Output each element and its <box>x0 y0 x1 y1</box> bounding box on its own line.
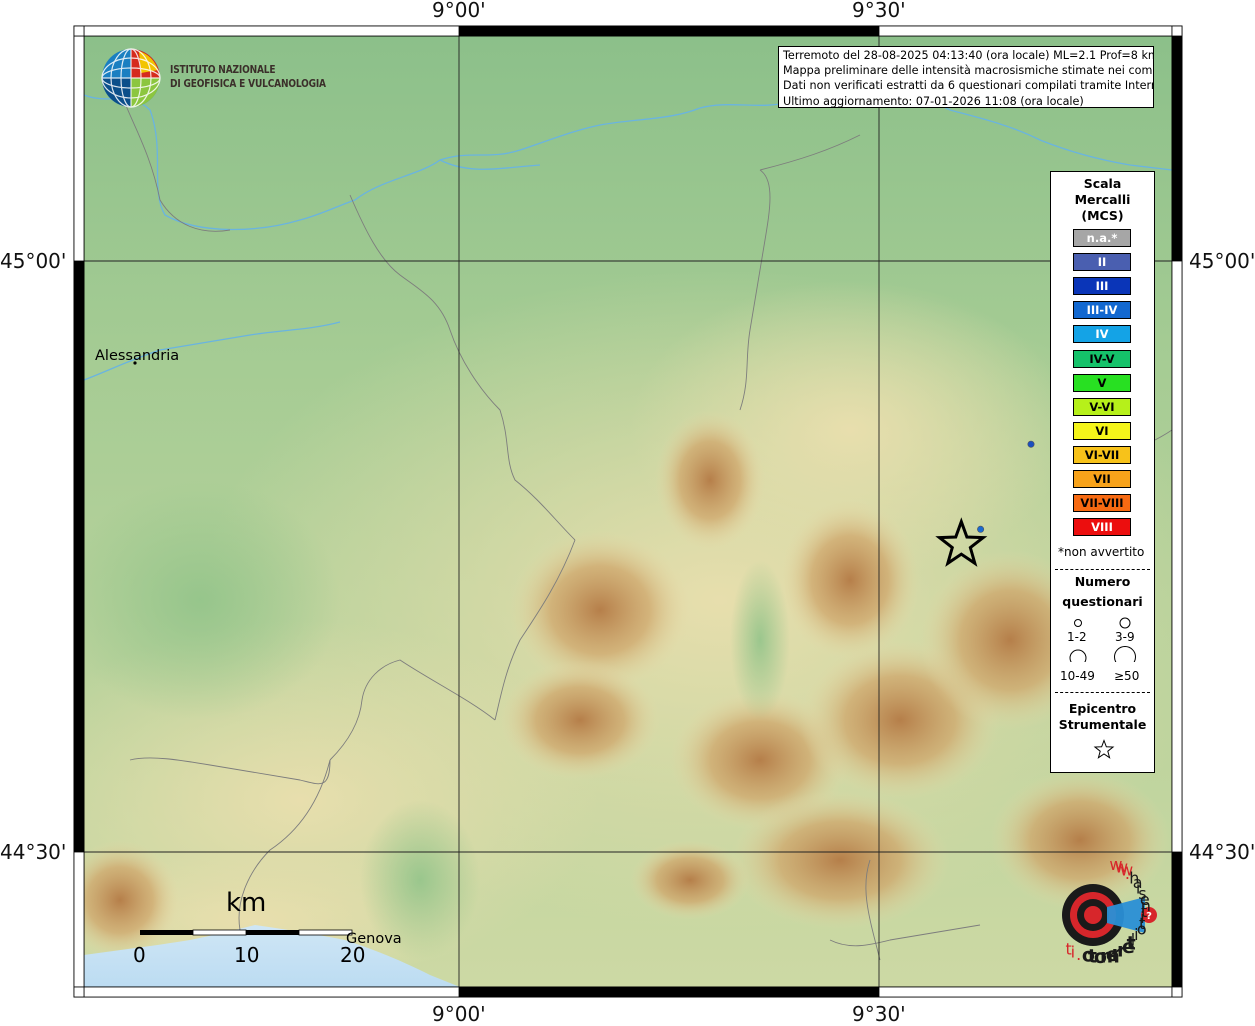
scale-tick-20: 20 <box>340 943 366 967</box>
grid-label-top-2: 9°30' <box>852 0 906 22</box>
legend-swatch-viii: VIII <box>1073 518 1131 537</box>
count-circle-3-9-icon <box>1119 617 1131 629</box>
legend-divider-1 <box>1055 569 1150 570</box>
event-info-line2: Mappa preliminare delle intensità macros… <box>783 64 1154 78</box>
event-info-line1: Terremoto del 28-08-2025 04:13:40 (ora l… <box>783 49 1154 62</box>
intensity-point[interactable] <box>1027 440 1035 448</box>
count-label-1-2: 1-2 <box>1067 630 1087 644</box>
legend-title-2: Mercalli <box>1074 192 1131 207</box>
legend-swatch-vi: VI <box>1073 421 1131 440</box>
legend-title-3: (MCS) <box>1081 208 1124 223</box>
place-alessandria: Alessandria <box>95 348 180 364</box>
event-info-line3: Dati non verificati estratti da 6 questi… <box>783 79 1154 93</box>
legend-swatch-n-a: n.a.* <box>1073 229 1131 247</box>
legend-epi-title-1: Epicentro <box>1068 701 1137 716</box>
event-info-line4: Ultimo aggiornamento: 07-01-2026 11:08 (… <box>783 94 1084 108</box>
scale-tick-10: 10 <box>234 943 260 967</box>
scale-tick-0: 0 <box>133 943 146 967</box>
ingv-logo-line2: DI GEOFISICA E VULCANOLOGIA <box>170 78 326 90</box>
event-info-box: Terremoto del 28-08-2025 04:13:40 (ora l… <box>778 46 1154 108</box>
count-circle-1-2-icon <box>1074 619 1082 627</box>
legend-swatch-iii: III <box>1073 277 1131 296</box>
legend-swatch-ii: II <box>1073 253 1131 272</box>
count-circle-50-icon <box>1114 646 1136 662</box>
legend-epi-title-2: Strumentale <box>1058 717 1147 732</box>
scale-unit: km <box>226 888 267 918</box>
legend-title-1: Scala <box>1083 176 1122 191</box>
legend-epicenter-star-icon <box>1093 739 1115 759</box>
grid-label-left-2: 44°30' <box>0 840 67 864</box>
intensity-legend: Scala Mercalli (MCS) n.a.* II III III-IV IV I… <box>1050 171 1155 773</box>
legend-divider-2 <box>1055 692 1150 693</box>
grid-label-top-1: 9°00' <box>432 0 486 22</box>
legend-count-title-1: Numero <box>1074 574 1131 589</box>
count-label-10-49: 10-49 <box>1060 669 1095 683</box>
legend-swatch-iv: IV <box>1073 325 1131 344</box>
grid-label-right-1: 45°00' <box>1189 249 1255 273</box>
legend-swatch-v: V <box>1073 373 1131 392</box>
grid-label-bottom-2: 9°30' <box>852 1002 906 1026</box>
scale-bar <box>140 929 353 936</box>
legend-swatch-iii-iv: III-IV <box>1073 301 1131 320</box>
legend-swatch-vi-vii: VI-VII <box>1073 445 1131 464</box>
legend-note: *non avvertito <box>1058 545 1145 559</box>
ingv-logo-icon <box>101 48 161 108</box>
intensity-point[interactable] <box>977 525 985 533</box>
grid-label-bottom-1: 9°00' <box>432 1002 486 1026</box>
ingv-logo-line1: ISTITUTO NAZIONALE <box>170 64 276 76</box>
grid-label-right-2: 44°30' <box>1189 840 1255 864</box>
grid-label-left-1: 45°00' <box>0 249 67 273</box>
count-circle-10-49-icon <box>1069 649 1087 662</box>
legend-swatch-v-vi: V-VI <box>1073 397 1131 416</box>
legend-count-title-2: questionari <box>1062 594 1143 609</box>
count-label-50: ≥50 <box>1114 669 1140 683</box>
count-label-3-9: 3-9 <box>1115 630 1135 644</box>
legend-swatch-iv-v: IV-V <box>1073 349 1131 368</box>
legend-swatch-vii-viii: VII-VIII <box>1073 494 1131 513</box>
legend-swatch-vii: VII <box>1073 470 1131 488</box>
